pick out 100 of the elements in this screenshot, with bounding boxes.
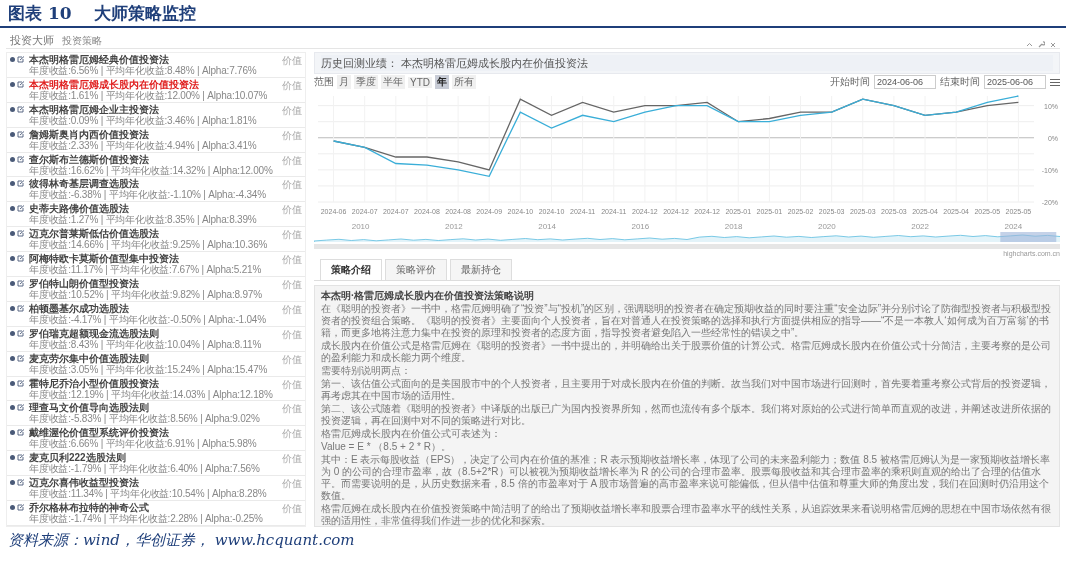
description-paragraph: 成长股内在价值公式是格雷厄姆在《聪明的投资者》一书中提出的，并明确给出关于股票价值的计算公式。格雷厄姆成长股内在价值公式十分简洁，主要考察的是公司的盈利能力和成长能力两个维度。 — [321, 340, 1052, 364]
category-tag: 价值 — [282, 103, 302, 118]
range-label: 范围 — [314, 75, 334, 89]
scrollbar[interactable] — [314, 244, 1060, 249]
range-selector-handle[interactable] — [1000, 232, 1057, 242]
strategy-stats: 年度收益:-5.83% | 平均年化收益:8.56% | Alpha:9.02% — [29, 413, 261, 425]
category-tag: 价值 — [282, 302, 302, 317]
category-tag: 价值 — [282, 327, 302, 342]
figure-label: 图表 10 — [8, 1, 72, 25]
bullet-icon — [10, 380, 15, 386]
edit-icon[interactable] — [17, 304, 25, 312]
strategy-stats: 年度收益:1.27% | 平均年化收益:8.35% | Alpha:8.39% — [29, 214, 258, 226]
menu-icon[interactable] — [1050, 77, 1060, 87]
strategy-item[interactable]: 本杰明格雷厄姆企业主投资法 年度收益:0.09% | 平均年化收益:3.46% | Alpha:1.81% 价值 — [7, 102, 305, 128]
strategy-item[interactable]: 麦克贝利222选股法则 年度收益:-1.79% | 平均年化收益:6.40% | Alpha:7.56% 价值 — [7, 451, 305, 477]
edit-icon[interactable] — [17, 429, 25, 437]
strategy-name: 理查马文价值导向选股法则 — [29, 402, 149, 414]
edit-icon[interactable] — [17, 105, 25, 113]
strategy-name: 本杰明格雷厄姆企业主投资法 — [29, 103, 160, 115]
figure-title: 大师策略监控 — [93, 1, 196, 25]
strategy-stats: 年度收益:16.62% | 平均年化收益:14.32% | Alpha:12.00% — [29, 164, 274, 176]
category-tag: 价值 — [282, 153, 302, 168]
edit-icon[interactable] — [17, 255, 25, 263]
bullet-icon — [10, 480, 15, 486]
strategy-item[interactable]: 乔尔格林布拉特的神奇公式 年度收益:-1.74% | 平均年化收益:2.28% | Alpha:-0.25% 价值 — [7, 501, 305, 526]
strategy-stats: 年度收益:6.66% | 平均年化收益:6.91% | Alpha:5.98% — [29, 438, 258, 450]
range-button[interactable]: YTD — [408, 76, 432, 88]
strategy-name: 查尔斯布兰德斯价值投资法 — [29, 153, 149, 165]
strategy-name: 彼得林奇基层调查选股法 — [29, 178, 139, 190]
panel-subtitle: 投资策略 — [62, 34, 102, 48]
strategy-item[interactable]: 查尔斯布兰德斯价值投资法 年度收益:16.62% | 平均年化收益:14.32% | Alpha:12.00% 价值 — [7, 152, 305, 178]
edit-icon[interactable] — [17, 230, 25, 238]
category-tag: 价值 — [282, 128, 302, 143]
strategy-item[interactable]: 柏顿墨基尔成功选股法 年度收益:-4.17% | 平均年化收益:-0.50% | Alpha:-1.04% 价值 — [7, 301, 305, 327]
range-button[interactable]: 月 — [337, 75, 351, 89]
range-button[interactable]: 所有 — [452, 75, 476, 89]
edit-icon[interactable] — [17, 155, 25, 163]
tab[interactable]: 策略评价 — [385, 259, 447, 280]
tab[interactable]: 策略介绍 — [320, 259, 382, 280]
bullet-icon — [10, 156, 15, 162]
category-tag: 价值 — [282, 203, 302, 218]
edit-icon[interactable] — [17, 504, 25, 512]
edit-icon[interactable] — [17, 379, 25, 387]
close-icon[interactable] — [1050, 41, 1056, 48]
strategy-item[interactable]: 麦克劳尔集中价值选股法则 年度收益:3.05% | 平均年化收益:15.24% | Alpha:15.47% 价值 — [7, 351, 305, 377]
strategy-stats: 年度收益:14.66% | 平均年化收益:9.25% | Alpha:10.36% — [29, 239, 269, 251]
bullet-icon — [10, 81, 15, 87]
navigator-label: 2022 — [911, 222, 929, 231]
panel-title: 投资大师 — [10, 33, 54, 48]
range-button[interactable]: 季度 — [354, 75, 378, 89]
wrench-icon[interactable] — [1038, 41, 1045, 48]
strategy-name: 霍特尼乔治小型价值股投资法 — [29, 377, 159, 389]
range-button[interactable]: 半年 — [381, 75, 405, 89]
description-paragraph: 需要特别说明两点： — [321, 365, 412, 377]
edit-icon[interactable] — [17, 56, 25, 63]
edit-icon[interactable] — [17, 180, 25, 188]
description-paragraph: 格雷厄姆在成长股内在价值投资策略中简洁明了的给出了预期收益增长率和股票合理市盈率水平的线性关系，从追踪效果来看说明格雷厄姆的思想在中国市场依然有很强的适用性，非常值得我们作进一步的优化和探索。 — [321, 503, 1052, 526]
edit-icon[interactable] — [17, 404, 25, 412]
strategy-item[interactable]: 迈克尔喜伟收益型投资法 年度收益:11.34% | 平均年化收益:10.54% | Alpha:8.28% 价值 — [7, 476, 305, 502]
strategy-stats: 年度收益:10.52% | 平均年化收益:9.82% | Alpha:8.97% — [29, 289, 263, 300]
chart-title: 历史回测业绩： 本杰明格雷厄姆成长股内在价值投资法 — [321, 55, 1053, 71]
strategy-name: 史蒂夫路佛价值选股法 — [29, 203, 129, 215]
strategy-name: 詹姆斯奥肖内西价值投资法 — [29, 128, 150, 140]
end-date-field[interactable]: 2025-06-06 — [984, 75, 1046, 89]
strategy-item[interactable]: 戴维渥伦价值型系统评价投资法 年度收益:6.66% | 平均年化收益:6.91% | Alpha:5.98% 价值 — [7, 426, 305, 452]
edit-icon[interactable] — [17, 80, 25, 88]
strategy-item[interactable]: 理查马文价值导向选股法则 年度收益:-5.83% | 平均年化收益:8.56% | Alpha:9.02% 价值 — [7, 401, 305, 427]
edit-icon[interactable] — [17, 479, 25, 487]
strategy-item[interactable]: 阿梅特欧卡莫斯价值型集中投资法 年度收益:11.17% | 平均年化收益:7.67% | Alpha:5.21% 价值 — [7, 252, 305, 277]
strategy-name: 迈克尔喜伟收益型投资法 — [29, 477, 140, 489]
strategy-stats: 年度收益:0.09% | 平均年化收益:3.46% | Alpha:1.81% — [29, 114, 258, 126]
edit-icon[interactable] — [17, 130, 25, 138]
strategy-item[interactable]: 詹姆斯奥肖内西价值投资法 年度收益:2.33% | 平均年化收益:4.94% | Alpha:3.41% 价值 — [7, 127, 305, 153]
edit-icon[interactable] — [17, 454, 25, 462]
start-date-field[interactable]: 2024-06-06 — [874, 75, 936, 89]
strategy-item[interactable]: 本杰明格雷厄姆成长股内在价值投资法 年度收益:1.61% | 平均年化收益:12.00% | Alpha:10.07% 价值 — [7, 77, 305, 103]
strategy-name: 乔尔格林布拉特的神奇公式 — [29, 502, 150, 514]
strategy-item[interactable]: 史蒂夫路佛价值选股法 年度收益:1.27% | 平均年化收益:8.35% | Alpha:8.39% 价值 — [7, 202, 305, 228]
strategy-item[interactable]: 罗伯特山朗价值型投资法 年度收益:10.52% | 平均年化收益:9.82% | Alpha:8.97% 价值 — [7, 277, 305, 302]
strategy-stats: 年度收益:1.61% | 平均年化收益:12.00% | Alpha:10.07% — [29, 89, 269, 101]
edit-icon[interactable] — [17, 205, 25, 213]
navigator-label: 2010 — [351, 222, 370, 231]
strategy-item[interactable]: 迈克尔普莱斯低估价值选股法 年度收益:14.66% | 平均年化收益:9.25% | Alpha:10.36% 价值 — [7, 227, 305, 253]
edit-icon[interactable] — [17, 329, 25, 337]
chevron-up-icon[interactable] — [1026, 42, 1033, 47]
category-tag: 价值 — [282, 54, 302, 68]
strategy-name: 麦克劳尔集中价值选股法则 — [29, 352, 149, 364]
tab[interactable]: 最新持仓 — [450, 259, 512, 280]
edit-icon[interactable] — [17, 354, 25, 362]
bullet-icon — [10, 281, 15, 286]
bullet-icon — [10, 181, 15, 187]
strategy-item[interactable]: 霍特尼乔治小型价值股投资法 年度收益:12.19% | 平均年化收益:14.03% | Alpha:12.18% 价值 — [7, 376, 305, 402]
strategy-stats: 年度收益:-4.17% | 平均年化收益:-0.50% | Alpha:-1.04% — [29, 313, 267, 325]
range-button[interactable]: 年 — [435, 75, 449, 89]
strategy-item[interactable]: 罗伯瑞克超额现金流选股法则 年度收益:8.43% | 平均年化收益:10.04% | Alpha:8.11% 价值 — [7, 326, 305, 352]
strategy-item[interactable]: 彼得林奇基层调查选股法 年度收益:-6.38% | 平均年化收益:-1.10% | Alpha:-4.34% 价值 — [7, 177, 305, 203]
edit-icon[interactable] — [17, 280, 25, 287]
bullet-icon — [10, 405, 15, 411]
strategy-item[interactable]: 本杰明格雷厄姆经典价值投资法 年度收益:6.56% | 平均年化收益:8.48% | Alpha:7.76% 价值 — [7, 53, 305, 78]
end-date-label: 结束时间 — [940, 75, 980, 89]
